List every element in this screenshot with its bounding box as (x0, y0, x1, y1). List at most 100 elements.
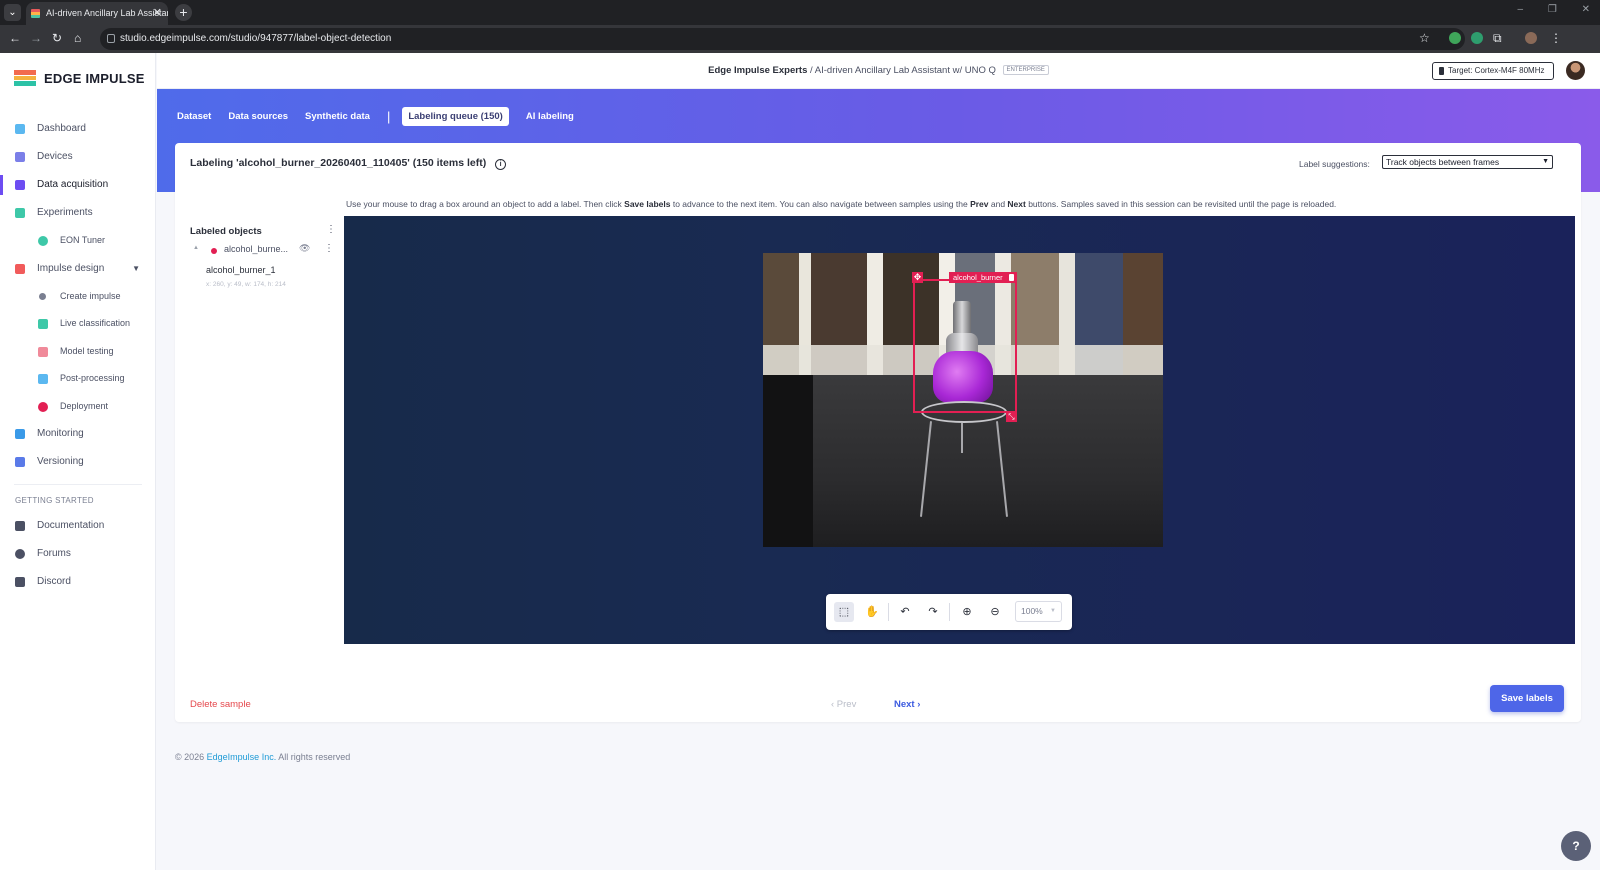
device-icon (15, 152, 25, 162)
tab-data-sources[interactable]: Data sources (228, 111, 288, 122)
extension-grammarly-icon[interactable] (1471, 32, 1483, 44)
zoom-out-icon[interactable]: ⊖ (985, 602, 1005, 622)
sidebar-item-label: Post-processing (60, 373, 125, 383)
sidebar-item-experiments[interactable]: Experiments (0, 199, 156, 227)
extension-shield-icon[interactable] (1449, 32, 1461, 44)
zoom-in-icon[interactable]: ⊕ (957, 602, 977, 622)
tab-dataset[interactable]: Dataset (177, 111, 211, 122)
restore-icon[interactable]: ❐ (1548, 4, 1557, 15)
live-icon (38, 319, 48, 329)
label-suggestions-select[interactable]: Track objects between frames ▼ (1382, 155, 1553, 169)
footer-company-link[interactable]: EdgeImpulse Inc. (207, 752, 277, 762)
sidebar-item-model-testing[interactable]: Model testing (0, 338, 156, 366)
save-labels-button[interactable]: Save labels (1490, 685, 1564, 712)
chevron-down-icon: ▼ (1542, 158, 1549, 165)
sidebar-item-eon-tuner[interactable]: EON Tuner (0, 227, 156, 255)
sidebar-item-impulse-design[interactable]: Impulse design ▼ (0, 255, 156, 283)
home-icon[interactable]: ⌂ (74, 31, 81, 45)
sidebar-item-forums[interactable]: Forums (0, 540, 156, 568)
instructions-text: and (988, 199, 1008, 209)
help-button[interactable]: ? (1561, 831, 1591, 861)
sidebar-item-label: EON Tuner (60, 235, 106, 245)
sidebar-item-create-impulse[interactable]: Create impulse (0, 283, 156, 311)
footer: © 2026 EdgeImpulse Inc. All rights reser… (175, 752, 350, 762)
tab-synthetic-data[interactable]: Synthetic data (305, 111, 370, 122)
site-info-icon[interactable] (107, 34, 115, 43)
tab-labeling-queue[interactable]: Labeling queue (150) (402, 106, 509, 126)
sidebar-item-data-acquisition[interactable]: Data acquisition (0, 171, 156, 199)
prev-button[interactable]: ‹ Prev (831, 699, 856, 710)
delete-sample-link[interactable]: Delete sample (190, 699, 251, 710)
browser-address-bar: ← → ↻ ⌂ studio.edgeimpulse.com/studio/94… (0, 25, 1600, 53)
forum-icon (15, 549, 25, 559)
label-group-row[interactable]: ▲ alcohol_burne... 👁 ⋮ (190, 243, 334, 259)
select-tool-icon[interactable]: ⬚ (834, 602, 854, 622)
sidebar-item-label: Forums (37, 548, 71, 559)
tab-ai-labeling[interactable]: AI labeling (526, 111, 574, 122)
move-handle-icon[interactable]: ✥ (912, 272, 923, 283)
section-title-getting-started: GETTING STARTED (14, 484, 142, 508)
sidebar-item-discord[interactable]: Discord (0, 568, 156, 596)
instructions-bold: Prev (970, 199, 989, 209)
info-icon[interactable]: i (495, 159, 507, 170)
zoom-select[interactable]: 100% ▼ (1015, 601, 1062, 622)
label-group-name: alcohol_burne... (224, 244, 289, 254)
label-instance[interactable]: alcohol_burner_1 (206, 265, 276, 275)
tab-title: AI-driven Ancillary Lab Assistan (46, 8, 168, 18)
profile-avatar-icon[interactable] (1525, 32, 1537, 44)
sample-image[interactable]: ✥ alcohol_burner ⤡ (763, 253, 1163, 547)
browser-tab[interactable]: AI-driven Ancillary Lab Assistan ✕ (26, 2, 168, 25)
label-group-menu-icon[interactable]: ⋮ (324, 243, 334, 254)
collapse-caret-icon[interactable]: ▲ (193, 245, 199, 251)
sidebar-item-post-processing[interactable]: Post-processing (0, 365, 156, 393)
bounding-box[interactable] (913, 279, 1017, 413)
reload-icon[interactable]: ↻ (52, 31, 62, 45)
bookmark-star-icon[interactable]: ☆ (1419, 31, 1430, 45)
pan-hand-icon[interactable]: ✋ (862, 602, 882, 622)
redo-icon[interactable]: ↷ (923, 602, 943, 622)
sidebar-item-dashboard[interactable]: Dashboard (0, 115, 156, 143)
sidebar-item-label: Monitoring (37, 428, 84, 439)
next-button[interactable]: Next › (894, 699, 920, 710)
undo-icon[interactable]: ↶ (895, 602, 915, 622)
chevron-down-icon[interactable]: ▼ (132, 255, 140, 283)
forward-icon[interactable]: → (30, 31, 42, 45)
question-icon: ? (1572, 839, 1580, 853)
sidebar-item-label: Versioning (37, 456, 84, 467)
enterprise-badge: ENTERPRISE (1002, 65, 1049, 76)
labeled-objects-menu-icon[interactable]: ⋮ (326, 224, 336, 235)
breadcrumb-org[interactable]: Edge Impulse Experts (708, 65, 807, 76)
logo[interactable]: EDGE IMPULSE (14, 68, 145, 88)
browser-menu-icon[interactable]: ⋮ (1550, 31, 1562, 45)
labeling-card: Labeling 'alcohol_burner_20260401_110405… (175, 143, 1581, 722)
target-device-button[interactable]: Target: Cortex-M4F 80MHz (1432, 62, 1554, 80)
sidebar: EDGE IMPULSE Dashboard Devices Data acqu… (0, 53, 156, 870)
sidebar-item-live-classification[interactable]: Live classification (0, 310, 156, 338)
minimize-icon[interactable]: – (1518, 4, 1524, 15)
avatar[interactable] (1566, 61, 1585, 80)
resize-handle-icon[interactable]: ⤡ (1006, 411, 1017, 422)
tab-search-icon[interactable]: ⌄ (4, 4, 21, 21)
close-window-icon[interactable]: ✕ (1582, 4, 1590, 15)
branch-icon (15, 457, 25, 467)
tab-close-icon[interactable]: ✕ (153, 2, 162, 25)
trash-icon[interactable] (1008, 274, 1014, 281)
test-icon (38, 346, 48, 357)
new-tab-button[interactable]: + (175, 4, 192, 21)
breadcrumb-project[interactable]: AI-driven Ancillary Lab Assistant w/ UNO… (815, 65, 996, 76)
sidebar-item-deployment[interactable]: Deployment (0, 393, 156, 421)
image-shadow (763, 375, 813, 547)
labeling-title: Labeling 'alcohol_burner_20260401_110405… (190, 157, 487, 169)
eye-icon[interactable]: 👁 (299, 243, 310, 254)
sidebar-item-documentation[interactable]: Documentation (0, 512, 156, 540)
sidebar-item-versioning[interactable]: Versioning (0, 448, 156, 476)
sidebar-item-monitoring[interactable]: Monitoring (0, 420, 156, 448)
sidebar-nav: Dashboard Devices Data acquisition Exper… (0, 115, 156, 596)
extensions-puzzle-icon[interactable]: ⧉ (1493, 31, 1502, 46)
url-field[interactable]: studio.edgeimpulse.com/studio/947877/lab… (100, 28, 1465, 50)
sidebar-item-devices[interactable]: Devices (0, 143, 156, 171)
labeling-canvas[interactable]: ✥ alcohol_burner ⤡ ⬚ ✋ ↶ ↷ ⊕ ⊖ 100% ▼ (344, 216, 1575, 644)
tab-separator: | (386, 108, 391, 124)
bounding-box-label[interactable]: alcohol_burner (949, 272, 1017, 283)
back-icon[interactable]: ← (9, 31, 21, 45)
